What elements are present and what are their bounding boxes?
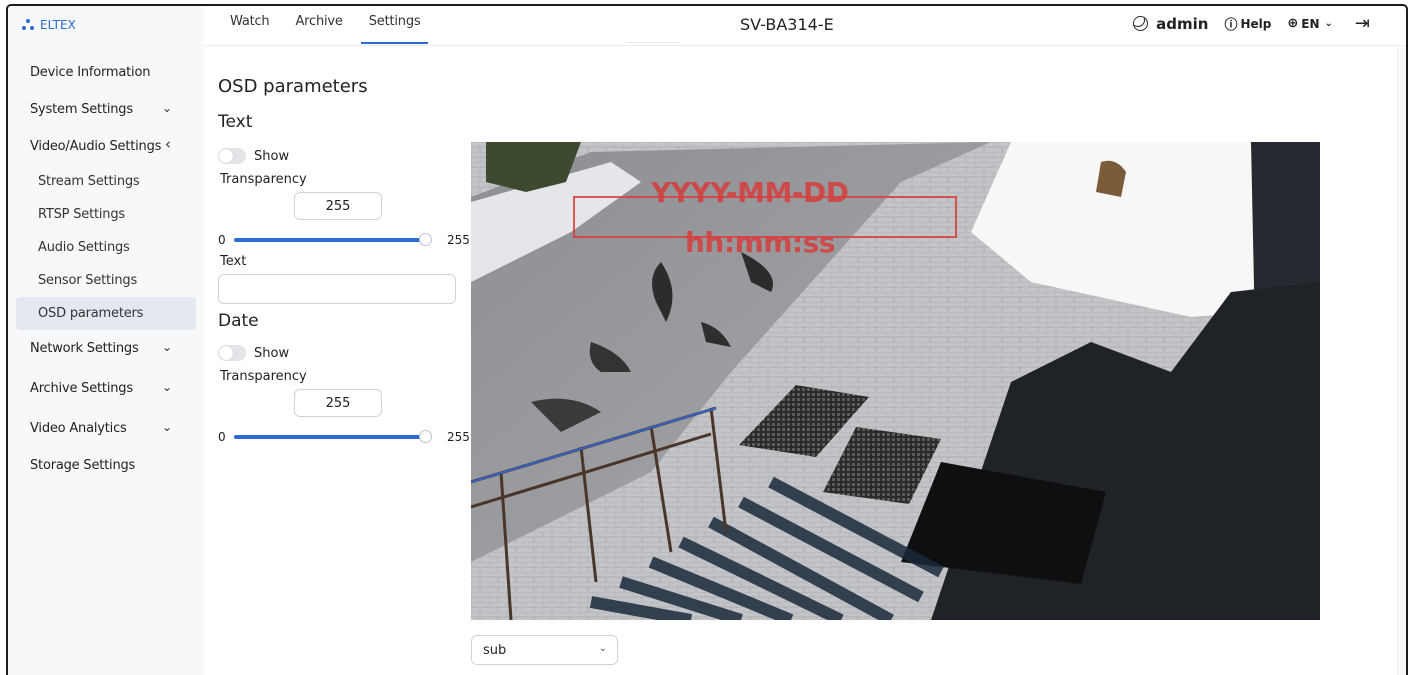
sidebar-item-osd-parameters[interactable]: OSD parameters <box>16 297 196 330</box>
sidebar-item-video-audio-settings[interactable]: Video/Audio Settings ‹ <box>16 128 196 165</box>
chevron-down-icon: ⌄ <box>598 643 607 654</box>
text-field-label: Text <box>220 254 247 269</box>
sidebar-menu: Device Information System Settings ⌄ Vid… <box>16 54 196 484</box>
eltex-logo-icon <box>22 19 35 31</box>
text-show-toggle[interactable] <box>218 148 246 164</box>
sidebar-item-stream-settings[interactable]: Stream Settings <box>16 165 196 198</box>
scrollbar[interactable] <box>1397 46 1406 675</box>
text-show-label: Show <box>254 148 290 164</box>
chevron-down-icon: ⌄ <box>1324 18 1333 29</box>
osd-time-overlay[interactable]: hh:mm:ss <box>685 226 835 259</box>
sidebar-item-rtsp-settings[interactable]: RTSP Settings <box>16 198 196 231</box>
header-actions: admin ⓘ Help ⊕ EN ⌄ ⇥ <box>1117 13 1370 34</box>
tab-archive[interactable]: Archive <box>295 6 342 44</box>
text-transparency-input[interactable]: 255 <box>294 192 382 220</box>
date-show-row: Show <box>218 345 289 361</box>
text-transparency-label: Transparency <box>220 172 307 187</box>
video-preview[interactable]: YYYY-MM-DD hh:mm:ss <box>471 142 1320 620</box>
top-bar: Watch Archive Settings SV-BA314-E admin … <box>204 6 1406 46</box>
slider-max-label: 255 <box>447 233 470 247</box>
sidebar-item-device-information[interactable]: Device Information <box>16 54 196 91</box>
date-transparency-slider[interactable]: 0 255 <box>218 430 470 444</box>
tab-watch[interactable]: Watch <box>230 6 270 44</box>
sidebar-item-label: Video Analytics <box>30 421 127 436</box>
brand-name: ELTEX <box>40 18 76 32</box>
stream-select-value: sub <box>483 643 507 658</box>
sidebar-item-label: Video/Audio Settings <box>30 139 162 154</box>
nav-tabs: Watch Archive Settings <box>230 6 454 44</box>
sidebar-item-audio-settings[interactable]: Audio Settings <box>16 231 196 264</box>
sidebar-item-storage-settings[interactable]: Storage Settings <box>16 447 196 484</box>
slider-min-label: 0 <box>218 233 226 247</box>
sidebar: ELTEX Device Information System Settings… <box>8 6 204 675</box>
sidebar-item-label: Storage Settings <box>30 458 136 473</box>
chevron-down-icon: ⌄ <box>162 420 172 434</box>
slider-track <box>234 435 425 439</box>
sidebar-item-label: Network Settings <box>30 341 139 356</box>
date-show-toggle[interactable] <box>218 345 246 361</box>
app-window: ELTEX Device Information System Settings… <box>6 4 1408 675</box>
sidebar-item-label: Sensor Settings <box>38 273 138 288</box>
tab-divider <box>628 42 680 43</box>
sidebar-item-sensor-settings[interactable]: Sensor Settings <box>16 264 196 297</box>
page-title: OSD parameters <box>218 76 368 97</box>
chevron-down-icon: ⌄ <box>162 340 172 354</box>
text-show-row: Show <box>218 148 289 164</box>
moon-icon[interactable] <box>1133 16 1149 31</box>
sidebar-item-label: Stream Settings <box>38 174 140 189</box>
slider-max-label: 255 <box>447 430 470 444</box>
logout-icon[interactable]: ⇥ <box>1355 13 1370 34</box>
sidebar-item-label: RTSP Settings <box>38 207 125 222</box>
slider-thumb[interactable] <box>419 233 432 246</box>
info-icon: ⓘ <box>1224 18 1238 33</box>
sidebar-item-label: System Settings <box>30 102 133 117</box>
osd-date-overlay[interactable]: YYYY-MM-DD <box>651 176 849 209</box>
tab-settings[interactable]: Settings <box>360 6 429 44</box>
text-transparency-slider[interactable]: 0 255 <box>218 233 470 247</box>
sidebar-item-label: Archive Settings <box>30 381 133 396</box>
date-section-title: Date <box>218 311 259 331</box>
user-name[interactable]: admin <box>1156 15 1208 33</box>
chevron-down-icon: ⌄ <box>162 380 172 394</box>
osd-text-input[interactable] <box>218 274 456 304</box>
chevron-down-icon: ⌄ <box>162 101 172 115</box>
help-label: Help <box>1240 16 1272 31</box>
chevron-left-icon: ‹ <box>165 135 171 153</box>
globe-icon: ⊕ <box>1287 16 1299 31</box>
slider-min-label: 0 <box>218 430 226 444</box>
main-content: OSD parameters Text Show Transparency 25… <box>204 46 1406 675</box>
sidebar-item-label: OSD parameters <box>38 306 144 321</box>
sidebar-item-label: Audio Settings <box>38 240 130 255</box>
date-transparency-input[interactable]: 255 <box>294 389 382 417</box>
stream-select[interactable]: sub ⌄ <box>471 635 618 665</box>
sidebar-item-video-analytics[interactable]: Video Analytics ⌄ <box>16 410 196 447</box>
date-transparency-label: Transparency <box>220 369 307 384</box>
date-show-label: Show <box>254 345 290 361</box>
sidebar-item-archive-settings[interactable]: Archive Settings ⌄ <box>16 367 196 410</box>
sidebar-item-label: Device Information <box>30 65 151 80</box>
sidebar-item-network-settings[interactable]: Network Settings ⌄ <box>16 330 196 367</box>
sidebar-item-system-settings[interactable]: System Settings ⌄ <box>16 91 196 128</box>
language-select[interactable]: ⊕ EN ⌄ <box>1287 16 1333 31</box>
slider-track <box>234 238 425 242</box>
text-section-title: Text <box>218 112 253 132</box>
device-title: SV-BA314-E <box>740 15 834 34</box>
help-button[interactable]: ⓘ Help <box>1224 14 1272 34</box>
language-label: EN <box>1301 16 1320 31</box>
logo[interactable]: ELTEX <box>22 18 76 32</box>
slider-thumb[interactable] <box>419 430 432 443</box>
